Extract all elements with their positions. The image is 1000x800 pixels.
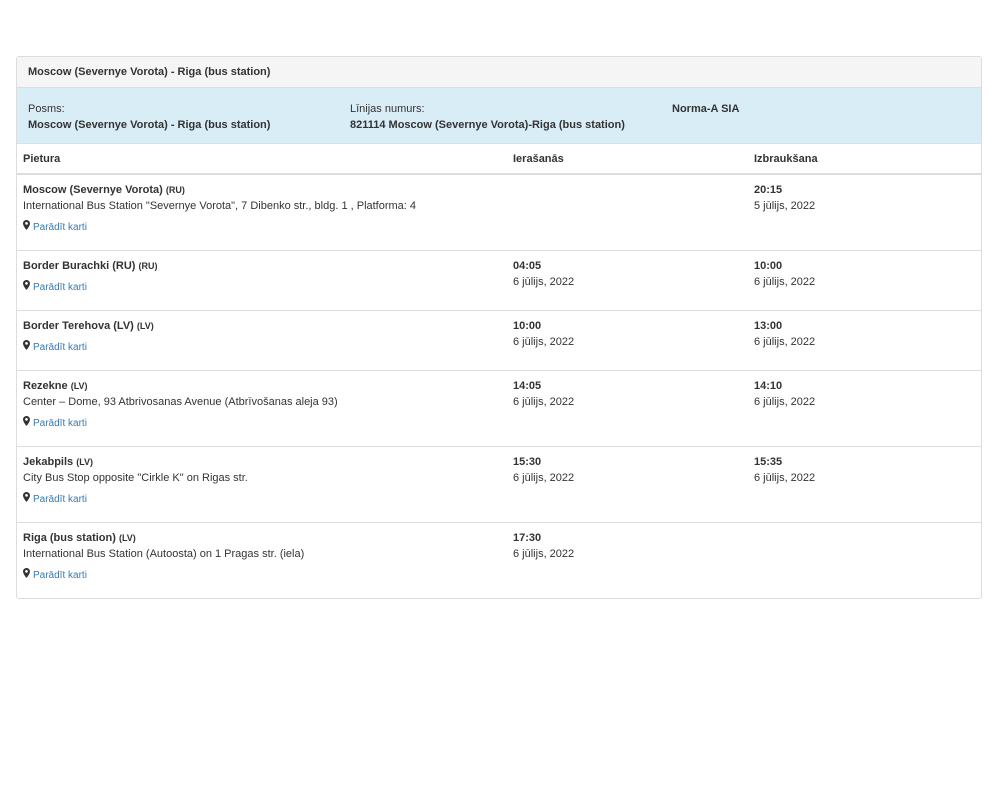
departure-time: 15:35: [754, 456, 783, 468]
departure-time: 14:10: [754, 380, 783, 392]
show-map-label: Parādīt karti: [33, 418, 87, 429]
show-map-label: Parādīt karti: [33, 342, 87, 353]
stop-country: (LV): [118, 533, 136, 543]
table-row: Moscow (Severnye Vorota) (RU) Internation…: [17, 174, 981, 251]
map-marker-icon: [23, 220, 33, 236]
stop-cell: Riga (bus station) (LV) International Bus…: [17, 522, 507, 598]
stop-address: City Bus Stop opposite "Cirkle K" on Rig…: [23, 472, 248, 484]
departure-date: 6 jūlijs, 2022: [754, 396, 816, 408]
header-departure: Izbraukšana: [748, 144, 981, 175]
stops-table: Pietura Ierašanās Izbraukšana Moscow (Se…: [17, 144, 981, 598]
route-info: Posms: Moscow (Severnye Vorota) - Riga (…: [17, 88, 981, 144]
stop-name: Riga (bus station): [23, 532, 116, 544]
arrival-cell: 17:30 6 jūlijs, 2022: [507, 522, 748, 598]
table-row: Border Burachki (RU) (RU) Parādīt karti 04…: [17, 250, 981, 311]
stop-address: International Bus Station "Severnye Voro…: [23, 200, 417, 212]
stop-name: Moscow (Severnye Vorota): [23, 184, 163, 196]
arrival-cell: 04:05 6 jūlijs, 2022: [507, 250, 748, 311]
departure-date: 6 jūlijs, 2022: [754, 276, 816, 288]
arrival-date: 6 jūlijs, 2022: [513, 276, 575, 288]
stop-name: Border Burachki (RU): [23, 260, 136, 272]
show-map-link[interactable]: Parādīt karti: [23, 340, 87, 356]
arrival-time: 10:00: [513, 320, 542, 332]
arrival-time: 15:30: [513, 456, 542, 468]
header-stop: Pietura: [17, 144, 507, 175]
table-row: Jekabpils (LV) City Bus Stop opposite "Ci…: [17, 446, 981, 523]
show-map-link[interactable]: Parādīt karti: [23, 220, 87, 236]
stop-address: International Bus Station (Autoosta) on …: [23, 548, 305, 560]
carrier-name: Norma-A SIA: [672, 103, 740, 115]
arrival-time: 14:05: [513, 380, 542, 392]
map-marker-icon: [23, 340, 33, 356]
table-row: Border Terehova (LV) (LV) Parādīt karti 10…: [17, 310, 981, 371]
arrival-cell: 10:00 6 jūlijs, 2022: [507, 310, 748, 371]
table-row: Rezekne (LV) Center – Dome, 93 Atbrivosan…: [17, 370, 981, 447]
departure-time: 13:00: [754, 320, 783, 332]
stop-country: (LV): [76, 457, 94, 467]
stop-country: (LV): [136, 321, 154, 331]
map-marker-icon: [23, 416, 33, 432]
arrival-time: 17:30: [513, 532, 542, 544]
stop-cell: Jekabpils (LV) City Bus Stop opposite "Ci…: [17, 446, 507, 523]
stop-name: Border Terehova (LV): [23, 320, 134, 332]
departure-date: 6 jūlijs, 2022: [754, 336, 816, 348]
show-map-label: Parādīt karti: [33, 282, 87, 293]
stop-cell: Border Terehova (LV) (LV) Parādīt karti: [17, 310, 507, 371]
departure-date: 5 jūlijs, 2022: [754, 200, 816, 212]
show-map-label: Parādīt karti: [33, 494, 87, 505]
table-header-row: Pietura Ierašanās Izbraukšana: [17, 144, 981, 175]
segment-info: Posms: Moscow (Severnye Vorota) - Riga (…: [28, 101, 270, 133]
arrival-cell: [507, 174, 748, 251]
departure-cell: 13:00 6 jūlijs, 2022: [748, 310, 981, 371]
departure-time: 20:15: [754, 184, 783, 196]
show-map-link[interactable]: Parādīt karti: [23, 568, 87, 584]
arrival-date: 6 jūlijs, 2022: [513, 548, 575, 560]
departure-cell: 20:15 5 jūlijs, 2022: [748, 174, 981, 251]
line-number-value: 821114 Moscow (Severnye Vorota)-Riga (bu…: [350, 119, 625, 131]
departure-cell: 10:00 6 jūlijs, 2022: [748, 250, 981, 311]
arrival-cell: 15:30 6 jūlijs, 2022: [507, 446, 748, 523]
departure-cell: 15:35 6 jūlijs, 2022: [748, 446, 981, 523]
arrival-date: 6 jūlijs, 2022: [513, 472, 575, 484]
line-number-label: Līnijas numurs:: [350, 103, 425, 115]
stop-name: Rezekne: [23, 380, 68, 392]
stop-cell: Border Burachki (RU) (RU) Parādīt karti: [17, 250, 507, 311]
departure-time: 10:00: [754, 260, 783, 272]
stop-name: Jekabpils: [23, 456, 74, 468]
departure-cell: [748, 522, 981, 598]
show-map-label: Parādīt karti: [33, 570, 87, 581]
stop-country: (RU): [138, 261, 158, 271]
show-map-label: Parādīt karti: [33, 222, 87, 233]
map-marker-icon: [23, 568, 33, 584]
line-number-info: Līnijas numurs: 821114 Moscow (Severnye …: [350, 101, 625, 133]
table-row: Riga (bus station) (LV) International Bus…: [17, 522, 981, 598]
departure-date: 6 jūlijs, 2022: [754, 472, 816, 484]
arrival-date: 6 jūlijs, 2022: [513, 396, 575, 408]
arrival-cell: 14:05 6 jūlijs, 2022: [507, 370, 748, 447]
carrier-info: Norma-A SIA: [672, 101, 739, 117]
header-arrival: Ierašanās: [507, 144, 748, 175]
show-map-link[interactable]: Parādīt karti: [23, 280, 87, 296]
arrival-date: 6 jūlijs, 2022: [513, 336, 575, 348]
map-marker-icon: [23, 280, 33, 296]
departure-cell: 14:10 6 jūlijs, 2022: [748, 370, 981, 447]
show-map-link[interactable]: Parādīt karti: [23, 492, 87, 508]
stop-country: (LV): [70, 381, 88, 391]
stop-cell: Rezekne (LV) Center – Dome, 93 Atbrivosan…: [17, 370, 507, 447]
segment-value: Moscow (Severnye Vorota) - Riga (bus sta…: [28, 119, 271, 131]
route-panel: Moscow (Severnye Vorota) - Riga (bus sta…: [16, 56, 982, 599]
show-map-link[interactable]: Parādīt karti: [23, 416, 87, 432]
stop-country: (RU): [165, 185, 185, 195]
stop-cell: Moscow (Severnye Vorota) (RU) Internation…: [17, 174, 507, 251]
arrival-time: 04:05: [513, 260, 542, 272]
segment-label: Posms:: [28, 103, 65, 115]
route-title: Moscow (Severnye Vorota) - Riga (bus sta…: [17, 57, 981, 88]
stop-address: Center – Dome, 93 Atbrivosanas Avenue (A…: [23, 396, 338, 408]
map-marker-icon: [23, 492, 33, 508]
stops-body: Moscow (Severnye Vorota) (RU) Internation…: [17, 174, 981, 598]
